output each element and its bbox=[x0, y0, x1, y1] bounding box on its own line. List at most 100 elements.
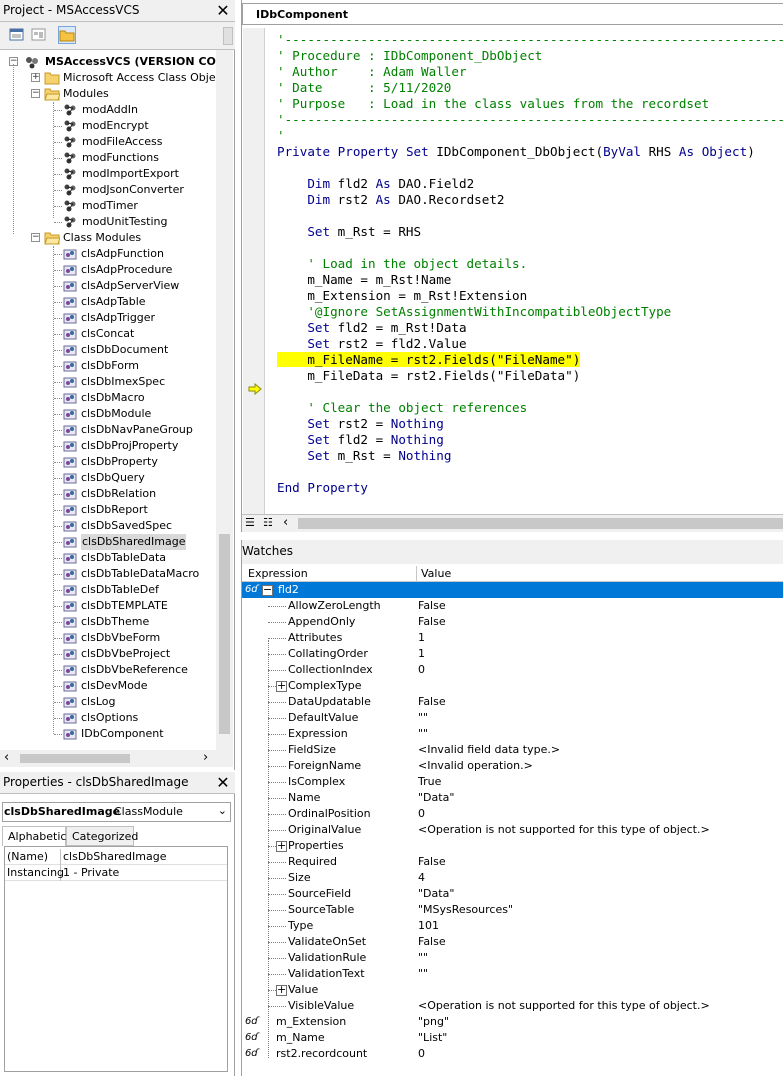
code-line[interactable]: m_Extension = m_Rst!Extension bbox=[277, 288, 527, 304]
view-code-icon[interactable] bbox=[8, 26, 26, 44]
tree-item-class[interactable]: clsDbTableDef bbox=[0, 582, 216, 598]
property-value[interactable]: 1 - Private bbox=[63, 865, 119, 880]
tree-item-class[interactable]: clsOptions bbox=[0, 710, 216, 726]
tree-item-class[interactable]: clsDbReport bbox=[0, 502, 216, 518]
expand-icon[interactable]: + bbox=[276, 840, 287, 852]
object-selector[interactable]: clsDbSharedImage ClassModule ⌄ bbox=[2, 802, 231, 822]
watch-row[interactable]: Required False bbox=[242, 854, 783, 870]
tree-folder-modules[interactable]: − Modules bbox=[0, 86, 216, 102]
procedure-view-icon[interactable]: ☰ bbox=[245, 516, 255, 529]
breakpoint-margin[interactable] bbox=[243, 28, 265, 514]
column-expression[interactable]: Expression bbox=[248, 567, 308, 582]
tree-item-class[interactable]: clsDbVbeProject bbox=[0, 646, 216, 662]
toggle-folders-icon[interactable] bbox=[58, 26, 76, 44]
scroll-right-icon[interactable]: › bbox=[203, 750, 208, 765]
code-line[interactable]: ' bbox=[277, 128, 285, 144]
tree-item-class[interactable]: clsDbModule bbox=[0, 406, 216, 422]
close-icon[interactable]: ✕ bbox=[214, 2, 232, 20]
tree-item-class[interactable]: clsDbSharedImage bbox=[0, 534, 216, 550]
code-line[interactable]: Dim fld2 As DAO.Field2 bbox=[277, 176, 474, 192]
tree-item-class[interactable]: clsDbTableDataMacro bbox=[0, 566, 216, 582]
close-icon[interactable]: ✕ bbox=[214, 774, 232, 792]
scroll-thumb[interactable] bbox=[20, 754, 130, 763]
tree-item-class[interactable]: clsDbNavPaneGroup bbox=[0, 422, 216, 438]
code-line[interactable]: '@Ignore SetAssignmentWithIncompatibleOb… bbox=[277, 304, 671, 320]
watch-row[interactable]: Name "Data" bbox=[242, 790, 783, 806]
tree-item-class[interactable]: clsDbQuery bbox=[0, 470, 216, 486]
code-line[interactable]: ' Load in the object details. bbox=[277, 256, 527, 272]
tree-item-class[interactable]: clsDbImexSpec bbox=[0, 374, 216, 390]
code-line[interactable]: ' Procedure : IDbComponent_DbObject bbox=[277, 48, 542, 64]
watch-row[interactable]: FieldSize <Invalid field data type.> bbox=[242, 742, 783, 758]
watch-row[interactable]: CollatingOrder 1 bbox=[242, 646, 783, 662]
watch-row[interactable]: CollectionIndex 0 bbox=[242, 662, 783, 678]
tree-item-class[interactable]: clsAdpProcedure bbox=[0, 262, 216, 278]
tree-item-class[interactable]: clsAdpServerView bbox=[0, 278, 216, 294]
watch-row[interactable]: Expression "" bbox=[242, 726, 783, 742]
code-line[interactable]: Set rst2 = Nothing bbox=[277, 416, 444, 432]
code-line[interactable]: Dim rst2 As DAO.Recordset2 bbox=[277, 192, 504, 208]
tree-item-class[interactable]: clsDbRelation bbox=[0, 486, 216, 502]
watch-row[interactable]: IsComplex True bbox=[242, 774, 783, 790]
code-line[interactable]: m_Name = m_Rst!Name bbox=[277, 272, 451, 288]
watch-row[interactable]: + Properties bbox=[242, 838, 783, 854]
watch-row[interactable]: 6ɗ m_Name "List" bbox=[242, 1030, 783, 1046]
scroll-left-icon[interactable]: ‹ bbox=[283, 515, 288, 530]
code-line[interactable]: Set fld2 = Nothing bbox=[277, 432, 444, 448]
watch-row[interactable]: ValidationRule "" bbox=[242, 950, 783, 966]
tree-item-class[interactable]: clsDbVbeForm bbox=[0, 630, 216, 646]
code-line[interactable]: Set fld2 = m_Rst!Data bbox=[277, 320, 466, 336]
watch-row[interactable]: AllowZeroLength False bbox=[242, 598, 783, 614]
watch-row[interactable]: 6ɗ rst2.recordcount 0 bbox=[242, 1046, 783, 1062]
chevron-down-icon[interactable]: ⌄ bbox=[218, 804, 227, 817]
code-line[interactable]: Private Property Set IDbComponent_DbObje… bbox=[277, 144, 755, 160]
scroll-thumb[interactable] bbox=[219, 534, 230, 734]
watch-row[interactable]: ValidationText "" bbox=[242, 966, 783, 982]
tab-alphabetic[interactable]: Alphabetic bbox=[2, 826, 66, 846]
tree-item-class[interactable]: clsDbTheme bbox=[0, 614, 216, 630]
tree-item-module[interactable]: modFileAccess bbox=[0, 134, 216, 150]
code-line[interactable]: m_FileData = rst2.Fields("FileData") bbox=[277, 368, 580, 384]
tree-item-module[interactable]: modUnitTesting bbox=[0, 214, 216, 230]
property-value[interactable]: clsDbSharedImage bbox=[63, 849, 166, 864]
expand-icon[interactable]: + bbox=[276, 984, 287, 996]
watch-row[interactable]: AppendOnly False bbox=[242, 614, 783, 630]
tree-item-class[interactable]: clsDbTableData bbox=[0, 550, 216, 566]
tree-item-class[interactable]: IDbComponent bbox=[0, 726, 216, 742]
tree-item-class[interactable]: clsDbProjProperty bbox=[0, 438, 216, 454]
code-line[interactable]: Set m_Rst = RHS bbox=[277, 224, 421, 240]
property-row-instancing[interactable]: Instancing 1 - Private bbox=[5, 865, 227, 881]
watch-row[interactable]: + ComplexType bbox=[242, 678, 783, 694]
watch-row[interactable]: OriginalValue <Operation is not supported… bbox=[242, 822, 783, 838]
tree-item-module[interactable]: modFunctions bbox=[0, 150, 216, 166]
watch-row[interactable]: DataUpdatable False bbox=[242, 694, 783, 710]
project-hscrollbar[interactable]: ‹ › bbox=[0, 750, 233, 767]
code-line[interactable]: '---------------------------------------… bbox=[277, 112, 783, 128]
tree-item-class[interactable]: clsDbSavedSpec bbox=[0, 518, 216, 534]
tree-root[interactable]: − MSAccessVCS (VERSION CONTR bbox=[0, 54, 216, 70]
watch-row[interactable]: VisibleValue <Operation is not supported … bbox=[242, 998, 783, 1014]
watch-row[interactable]: + Value bbox=[242, 982, 783, 998]
scroll-thumb[interactable] bbox=[298, 518, 783, 529]
watch-row[interactable]: OrdinalPosition 0 bbox=[242, 806, 783, 822]
watch-row[interactable]: DefaultValue "" bbox=[242, 710, 783, 726]
watch-row[interactable]: Type 101 bbox=[242, 918, 783, 934]
tree-item-class[interactable]: clsDbProperty bbox=[0, 454, 216, 470]
collapse-icon[interactable]: − bbox=[262, 584, 273, 596]
tree-item-module[interactable]: modTimer bbox=[0, 198, 216, 214]
code-line[interactable]: ' Author : Adam Waller bbox=[277, 64, 467, 80]
tree-item-class[interactable]: clsDbForm bbox=[0, 358, 216, 374]
project-vscrollbar[interactable] bbox=[216, 50, 233, 750]
tree-item-class[interactable]: clsDbMacro bbox=[0, 390, 216, 406]
toolbar-overflow[interactable] bbox=[223, 27, 233, 45]
watch-row[interactable]: SourceField "Data" bbox=[242, 886, 783, 902]
code-editor[interactable]: '---------------------------------------… bbox=[266, 28, 783, 514]
code-line[interactable]: ' Date : 5/11/2020 bbox=[277, 80, 451, 96]
code-line[interactable]: End Property bbox=[277, 480, 368, 496]
tree-folder-class-modules[interactable]: − Class Modules bbox=[0, 230, 216, 246]
code-line[interactable]: Set rst2 = fld2.Value bbox=[277, 336, 466, 352]
tree-item-module[interactable]: modImportExport bbox=[0, 166, 216, 182]
tree-item-class[interactable]: clsAdpTrigger bbox=[0, 310, 216, 326]
tree-item-class[interactable]: clsAdpTable bbox=[0, 294, 216, 310]
tree-item-module[interactable]: modJsonConverter bbox=[0, 182, 216, 198]
